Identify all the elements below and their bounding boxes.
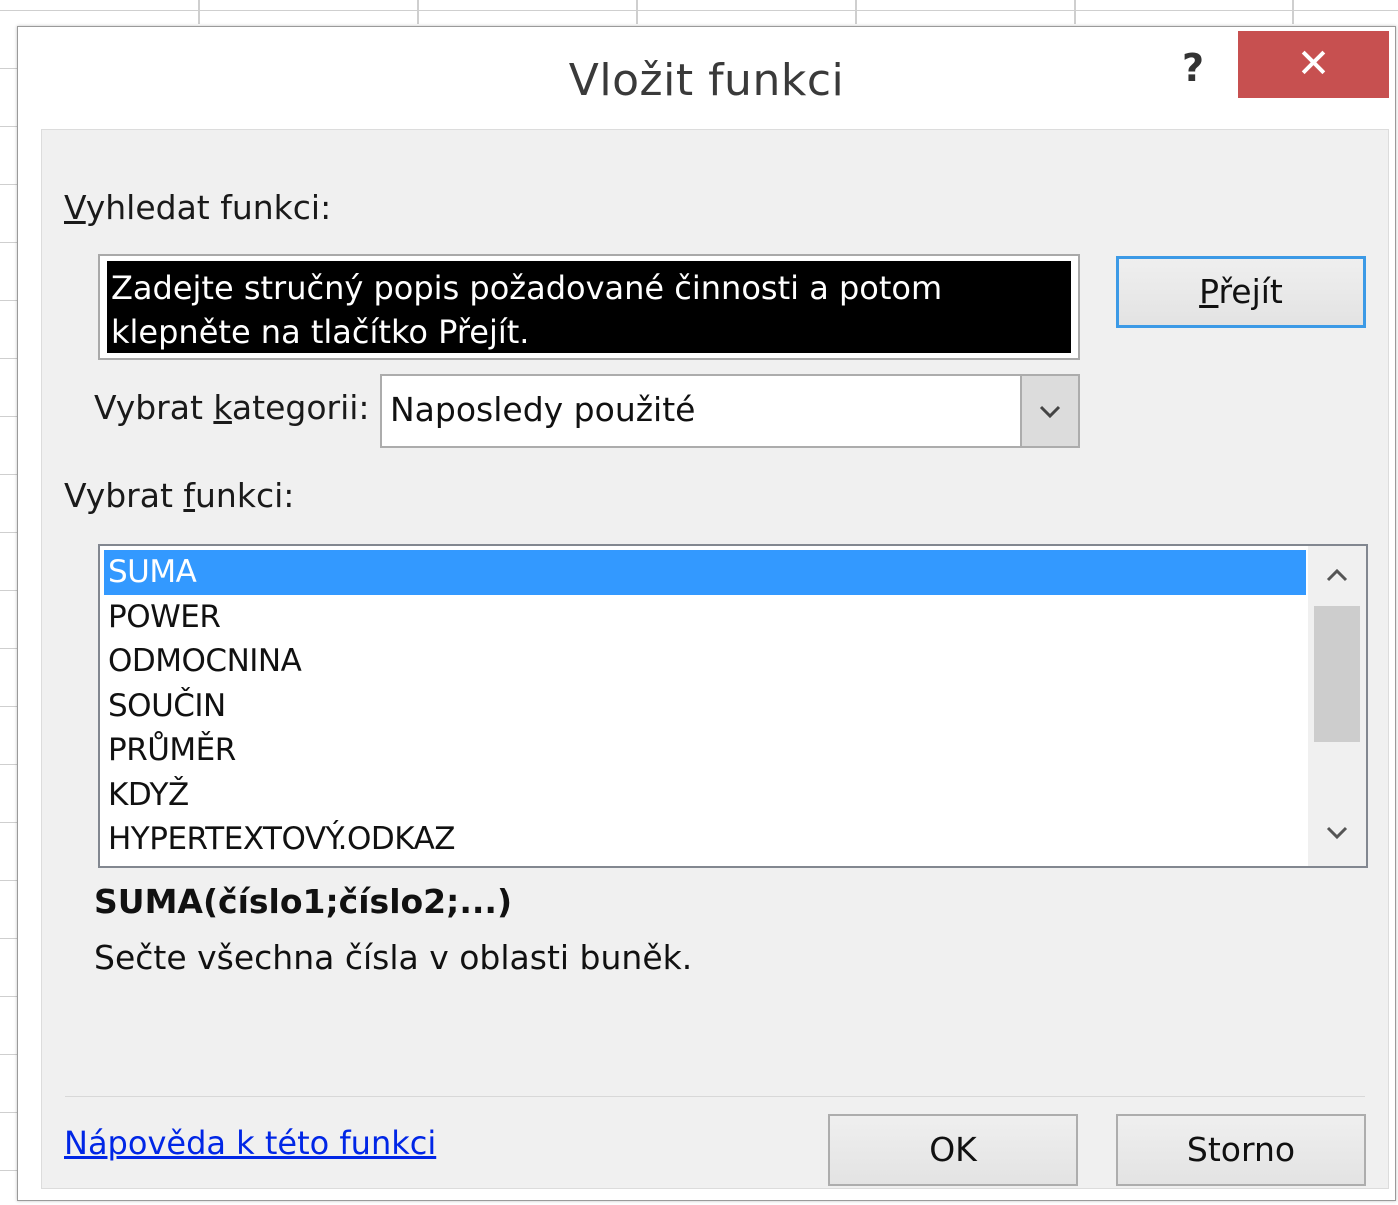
scrollbar-thumb[interactable] xyxy=(1314,606,1360,742)
search-label-text: yhledat funkci: xyxy=(85,188,332,227)
grid-line xyxy=(417,0,419,24)
search-input[interactable]: Zadejte stručný popis požadované činnost… xyxy=(98,254,1080,360)
grid-line xyxy=(198,0,200,24)
grid-line xyxy=(1074,0,1076,24)
search-label: Vyhledat funkci: xyxy=(64,188,331,227)
function-listbox[interactable]: SUMA POWER ODMOCNINA SOUČIN PRŮMĚR KDYŽ … xyxy=(98,544,1368,868)
function-list-label-pre: Vybrat xyxy=(64,476,184,515)
function-list-label-post: unkci: xyxy=(195,476,295,515)
list-scrollbar[interactable] xyxy=(1308,546,1366,866)
list-item[interactable]: ODMOCNINA xyxy=(104,639,1306,684)
function-list-items: SUMA POWER ODMOCNINA SOUČIN PRŮMĚR KDYŽ … xyxy=(104,550,1306,862)
chevron-down-icon[interactable] xyxy=(1020,376,1078,446)
ok-button[interactable]: OK xyxy=(828,1114,1078,1186)
function-signature: SUMA(číslo1;číslo2;...) xyxy=(94,882,513,921)
cancel-button[interactable]: Storno xyxy=(1116,1114,1366,1186)
footer-divider xyxy=(65,1096,1365,1097)
grid-line xyxy=(636,0,638,24)
grid-line xyxy=(1292,0,1294,24)
chevron-down-icon[interactable] xyxy=(1308,804,1366,860)
close-icon: ✕ xyxy=(1296,41,1331,87)
go-button-label: řejít xyxy=(1218,272,1283,311)
category-label-post: ategorii: xyxy=(231,388,370,427)
list-item[interactable]: POWER xyxy=(104,595,1306,640)
category-label: Vybrat kategorii: xyxy=(94,388,370,427)
search-input-text: Zadejte stručný popis požadované činnost… xyxy=(107,261,1071,353)
function-help-link[interactable]: Nápověda k této funkci xyxy=(64,1124,436,1162)
function-description: Sečte všechna čísla v oblasti buněk. xyxy=(94,938,693,977)
category-select[interactable]: Naposledy použité xyxy=(380,374,1080,448)
function-list-label-accesskey: f xyxy=(183,476,196,515)
go-button-accesskey: P xyxy=(1199,272,1219,311)
list-item[interactable]: PRŮMĚR xyxy=(104,728,1306,773)
chevron-up-icon-svg xyxy=(1326,568,1348,581)
search-label-accesskey: V xyxy=(64,188,86,227)
function-list-label: Vybrat funkci: xyxy=(64,476,294,515)
grid-line xyxy=(0,10,1398,11)
category-label-accesskey: k xyxy=(213,388,232,427)
list-item[interactable]: SOUČIN xyxy=(104,684,1306,729)
list-item[interactable]: SUMA xyxy=(104,550,1306,595)
insert-function-dialog: Vložit funkci ? ✕ Vyhledat funkci: Zadej… xyxy=(17,26,1396,1201)
dialog-body: Vyhledat funkci: Zadejte stručný popis p… xyxy=(41,129,1389,1189)
category-label-pre: Vybrat xyxy=(94,388,214,427)
go-button[interactable]: Přejít xyxy=(1116,256,1366,328)
list-item[interactable]: HYPERTEXTOVÝ.ODKAZ xyxy=(104,817,1306,862)
chevron-down-icon-svg xyxy=(1039,405,1061,418)
chevron-up-icon[interactable] xyxy=(1308,546,1366,602)
grid-line xyxy=(855,0,857,24)
category-select-value: Naposledy použité xyxy=(390,390,696,429)
help-button[interactable]: ? xyxy=(1168,43,1218,93)
chevron-down-icon-svg xyxy=(1326,826,1348,839)
list-item[interactable]: KDYŽ xyxy=(104,773,1306,818)
close-button[interactable]: ✕ xyxy=(1238,31,1389,98)
